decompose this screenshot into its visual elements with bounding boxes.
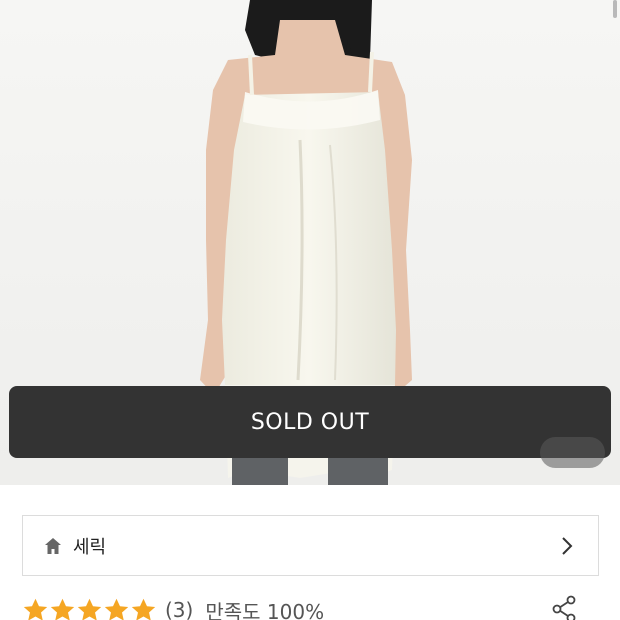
product-detail-page: SOLD OUT 세릭 (3) 만족도 100% — [0, 0, 620, 620]
share-icon[interactable] — [551, 595, 577, 620]
home-icon — [45, 537, 61, 554]
sold-out-banner: SOLD OUT — [9, 386, 611, 458]
chevron-right-icon — [562, 536, 573, 555]
star-icon — [77, 598, 102, 620]
star-icon — [131, 598, 156, 620]
satisfaction-text: 만족도 100% — [205, 599, 325, 620]
star-icon — [23, 598, 48, 620]
scrollbar[interactable] — [613, 0, 617, 18]
rating-summary[interactable]: (3) 만족도 100% — [22, 595, 599, 620]
floating-button[interactable] — [540, 437, 605, 468]
product-image[interactable]: SOLD OUT — [0, 0, 620, 485]
brand-link[interactable]: 세릭 — [22, 515, 599, 576]
star-icon — [50, 598, 75, 620]
brand-name: 세릭 — [73, 536, 107, 558]
sold-out-label: SOLD OUT — [250, 409, 370, 435]
star-rating — [22, 597, 157, 620]
review-count: (3) — [165, 598, 194, 620]
star-icon — [104, 598, 129, 620]
